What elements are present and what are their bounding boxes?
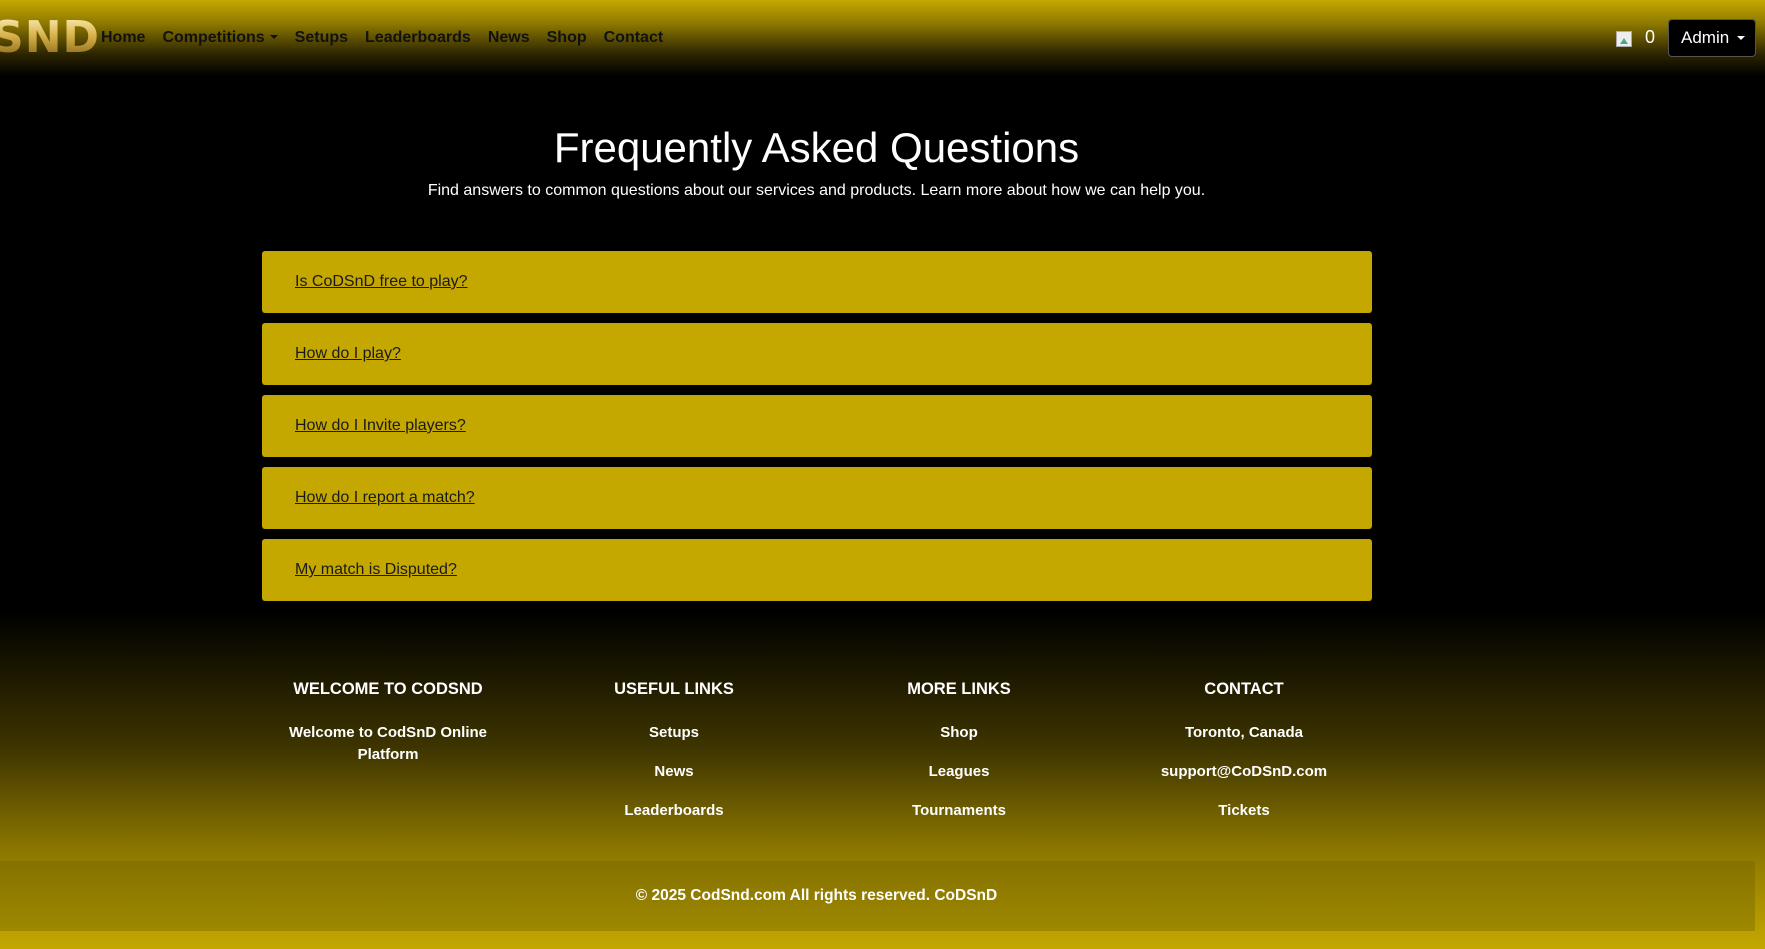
- footer-more-links-heading: MORE LINKS: [907, 680, 1011, 698]
- nav-competitions-label: Competitions: [162, 29, 265, 46]
- caret-down-icon: [1737, 36, 1746, 40]
- footer-welcome-text: Welcome to CodSnD Online Platform: [288, 724, 488, 763]
- nav-competitions-dropdown[interactable]: Competitions: [162, 28, 278, 48]
- footer-contact-column: CONTACT Toronto, Canada support@CoDSnD.c…: [1144, 678, 1344, 839]
- site-logo[interactable]: SND: [0, 14, 100, 62]
- faq-question-link[interactable]: Is CoDSnD free to play?: [295, 273, 468, 291]
- cart-button[interactable]: 0: [1616, 27, 1655, 47]
- nav-links: Home Competitions Setups Leaderboards Ne…: [101, 28, 680, 48]
- footer-link-leagues[interactable]: Leagues: [879, 761, 1039, 783]
- faq-question-link[interactable]: How do I report a match?: [295, 489, 475, 507]
- nav-setups[interactable]: Setups: [295, 28, 348, 48]
- faq-question-link[interactable]: How do I Invite players?: [295, 417, 466, 435]
- faq-accordion: Is CoDSnD free to play? How do I play? H…: [262, 251, 1372, 611]
- faq-item[interactable]: Is CoDSnD free to play?: [262, 251, 1372, 313]
- footer-link-news[interactable]: News: [594, 761, 754, 783]
- faq-item[interactable]: How do I report a match?: [262, 467, 1372, 529]
- page-title: Frequently Asked Questions: [553, 124, 1080, 171]
- footer-welcome-heading: WELCOME TO CODSND: [293, 680, 483, 698]
- nav-home[interactable]: Home: [101, 28, 145, 48]
- cart-count: 0: [1645, 27, 1656, 47]
- footer-link-tournaments[interactable]: Tournaments: [879, 800, 1039, 822]
- caret-down-icon: [269, 35, 278, 39]
- nav-shop[interactable]: Shop: [547, 28, 587, 48]
- faq-item[interactable]: My match is Disputed?: [262, 539, 1372, 601]
- footer-link-shop[interactable]: Shop: [879, 722, 1039, 744]
- footer-more-links-column: MORE LINKS Shop Leagues Tournaments: [879, 678, 1039, 839]
- nav-news[interactable]: News: [488, 28, 530, 48]
- page-subtitle: Find answers to common questions about o…: [427, 182, 1206, 199]
- faq-item[interactable]: How do I Invite players?: [262, 395, 1372, 457]
- nav-contact[interactable]: Contact: [604, 28, 664, 48]
- top-navbar: SND Home Competitions Setups Leaderboard…: [0, 0, 1765, 76]
- footer-welcome-column: WELCOME TO CODSND Welcome to CodSnD Onli…: [288, 678, 488, 783]
- footer-contact-email[interactable]: support@CoDSnD.com: [1144, 761, 1344, 783]
- faq-item[interactable]: How do I play?: [262, 323, 1372, 385]
- admin-label: Admin: [1681, 28, 1730, 47]
- footer-link-tickets[interactable]: Tickets: [1144, 800, 1344, 822]
- admin-user-menu-button[interactable]: Admin: [1668, 19, 1756, 57]
- footer-contact-location: Toronto, Canada: [1184, 724, 1304, 741]
- cart-icon: [1616, 31, 1632, 47]
- faq-question-link[interactable]: My match is Disputed?: [295, 561, 457, 579]
- nav-leaderboards[interactable]: Leaderboards: [365, 28, 471, 48]
- copyright-text: © 2025 CodSnd.com All rights reserved. C…: [635, 887, 998, 904]
- faq-question-link[interactable]: How do I play?: [295, 345, 401, 363]
- footer-useful-links-column: USEFUL LINKS Setups News Leaderboards: [594, 678, 754, 839]
- footer-link-leaderboards[interactable]: Leaderboards: [594, 800, 754, 822]
- footer-contact-heading: CONTACT: [1204, 680, 1284, 698]
- footer-link-setups[interactable]: Setups: [594, 722, 754, 744]
- footer-useful-links-heading: USEFUL LINKS: [614, 680, 734, 698]
